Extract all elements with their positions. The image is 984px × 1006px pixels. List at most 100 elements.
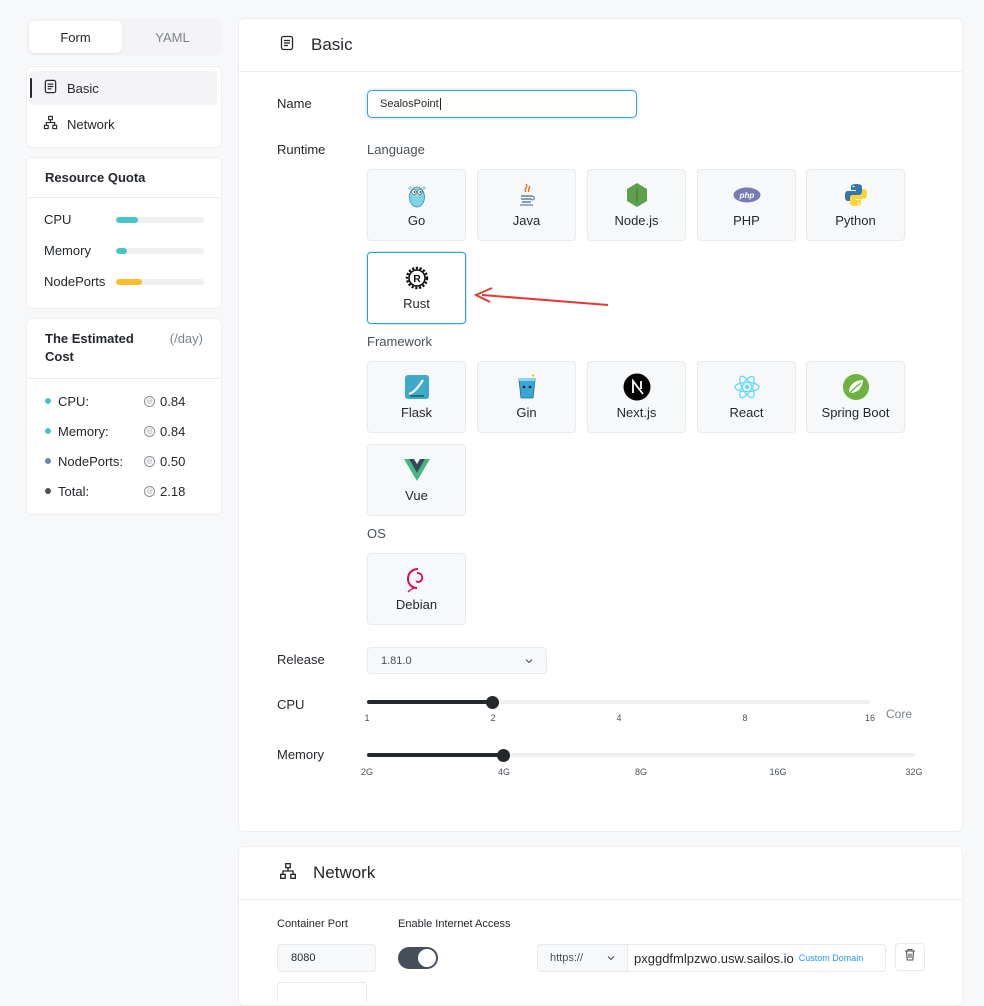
release-select[interactable]: 1.81.0 (367, 647, 547, 674)
network-icon (279, 862, 297, 885)
quota-label: NodePorts (44, 274, 106, 289)
memory-slider-thumb[interactable] (497, 749, 510, 762)
cpu-slider-thumb[interactable] (486, 696, 499, 709)
tab-yaml[interactable]: YAML (126, 21, 219, 53)
name-input-value: SealosPoint (380, 98, 439, 110)
tab-form[interactable]: Form (29, 21, 122, 53)
os-option-debian[interactable]: Debian (367, 553, 466, 625)
memory-slider-fill (367, 753, 504, 757)
name-input[interactable]: SealosPoint (367, 90, 637, 118)
name-label: Name (277, 96, 312, 111)
debian-swirl-icon (403, 565, 431, 593)
quota-bar (116, 216, 204, 223)
quota-row: NodePorts (27, 266, 221, 297)
language-option-python[interactable]: Python (806, 169, 905, 241)
coin-icon: ◎ (144, 455, 155, 467)
cost-unit: (/day) (169, 331, 203, 346)
section-nav: Basic Network (26, 66, 222, 148)
cost-row: Total: ◎ 2.18 (27, 476, 221, 506)
document-icon (43, 79, 58, 97)
quota-label: Memory (44, 243, 91, 258)
rust-logo-icon: R (403, 264, 431, 292)
vue-logo-icon (403, 456, 431, 484)
svg-text:php: php (738, 191, 754, 200)
protocol-select[interactable]: https:// (537, 944, 627, 972)
coin-icon: ◎ (144, 425, 155, 437)
internet-access-toggle[interactable] (398, 947, 438, 969)
network-icon (43, 115, 58, 133)
cost-value: 0.84 (160, 423, 186, 439)
coin-icon: ◎ (144, 485, 155, 497)
memory-tick-label: 8G (634, 767, 648, 777)
language-name: PHP (733, 213, 760, 228)
delete-port-button[interactable] (895, 943, 925, 971)
cost-dot (45, 488, 51, 494)
cost-dot (45, 398, 51, 404)
language-option-go[interactable]: Go (367, 169, 466, 241)
cost-label: Total: (58, 483, 90, 499)
cost-row: NodePorts: ◎ 0.50 (27, 446, 221, 476)
cost-label: NodePorts: (58, 453, 124, 469)
form-yaml-tabs: Form YAML (26, 18, 222, 56)
internet-access-label: Enable Internet Access (398, 918, 511, 930)
quota-bar-fill (116, 247, 127, 254)
public-domain-field: pxggdfmlpzwo.usw.sailos.io Custom Domain (627, 944, 886, 972)
framework-option-vue[interactable]: Vue (367, 444, 466, 516)
framework-option-gin[interactable]: Gin (477, 361, 576, 433)
quota-row: Memory (27, 235, 221, 266)
coin-icon: ◎ (144, 395, 155, 407)
language-name: Go (407, 213, 426, 228)
cpu-slider-fill (367, 700, 493, 704)
framework-name: Next.js (616, 405, 657, 420)
nextjs-logo-icon (623, 373, 651, 401)
language-option-nodejs[interactable]: Node.js (587, 169, 686, 241)
cost-row: Memory: ◎ 0.84 (27, 416, 221, 446)
nav-item-label: Network (67, 116, 115, 132)
cost-dot (45, 428, 51, 434)
go-gopher-icon (403, 181, 431, 209)
framework-option-spring-boot[interactable]: Spring Boot (806, 361, 905, 433)
os-label: OS (367, 526, 386, 541)
language-option-php[interactable]: php PHP (697, 169, 796, 241)
framework-option-nextjs[interactable]: Next.js (587, 361, 686, 433)
memory-tick-label: 16G (769, 767, 787, 777)
cpu-tick-label: 16 (864, 713, 876, 723)
estimated-cost-card: The Estimated Cost (/day) CPU: ◎ 0.84 Memor… (26, 318, 222, 515)
public-domain-host: pxggdfmlpzwo.usw.sailos.io (634, 950, 794, 966)
spring-leaf-icon (842, 373, 870, 401)
cpu-label: CPU (277, 697, 305, 712)
estimated-cost-title: The Estimated Cost (45, 331, 134, 364)
quota-row: CPU (27, 204, 221, 235)
framework-option-react[interactable]: React (697, 361, 796, 433)
cost-row: CPU: ◎ 0.84 (27, 386, 221, 416)
chevron-down-icon (525, 655, 533, 667)
framework-label: Framework (367, 334, 433, 349)
cost-dot (45, 458, 51, 464)
flask-logo-icon (403, 373, 431, 401)
cpu-tick-label: 1 (364, 713, 370, 723)
cost-value: 0.84 (160, 393, 186, 409)
framework-name: Gin (516, 405, 537, 420)
cost-label: CPU: (58, 393, 90, 409)
protocol-value: https:// (550, 952, 584, 964)
quota-bar-fill (116, 216, 138, 223)
trash-icon (904, 948, 916, 966)
cpu-unit: Core (886, 707, 913, 721)
language-option-java[interactable]: Java (477, 169, 576, 241)
release-value: 1.81.0 (381, 654, 412, 667)
cpu-tick-label: 2 (490, 713, 496, 723)
framework-name: Spring Boot (821, 405, 890, 420)
custom-domain-link[interactable]: Custom Domain (799, 953, 864, 963)
language-option-rust[interactable]: R Rust (367, 252, 466, 324)
additional-port-input[interactable] (277, 982, 367, 1002)
nav-item-label: Basic (67, 80, 99, 96)
network-section-title: Network (313, 863, 376, 882)
nav-item-network[interactable]: Network (31, 107, 217, 141)
framework-option-flask[interactable]: Flask (367, 361, 466, 433)
container-port-input[interactable]: 8080 (277, 944, 376, 972)
nav-item-basic[interactable]: Basic (30, 71, 217, 105)
language-name: Rust (403, 296, 430, 311)
memory-tick-label: 32G (905, 767, 923, 777)
java-cup-icon (513, 181, 541, 209)
quota-label: CPU (44, 212, 72, 227)
